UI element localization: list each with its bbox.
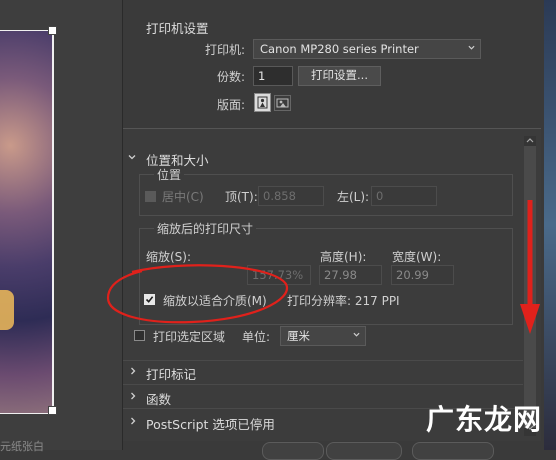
left-label: 左(L):: [337, 190, 370, 204]
scroll-up-icon[interactable]: [526, 137, 534, 144]
bottom-button[interactable]: [262, 442, 324, 460]
section-postscript[interactable]: PostScript 选项已停用: [146, 414, 275, 433]
watermark: 广东龙网: [425, 403, 542, 436]
scaled-size-title: 缩放后的打印尺寸: [154, 220, 257, 237]
chevron-right-icon[interactable]: [129, 417, 137, 425]
section-divider: [123, 384, 523, 385]
width-label: 宽度(W):: [392, 250, 442, 264]
chevron-right-icon[interactable]: [129, 367, 137, 375]
printer-settings-title: 打印机设置: [146, 21, 209, 36]
copies-input[interactable]: 1: [253, 66, 293, 86]
preview-resize-handle[interactable]: [48, 26, 57, 35]
section-print-marks[interactable]: 打印标记: [146, 364, 196, 383]
chevron-right-icon[interactable]: [129, 392, 137, 400]
printer-select[interactable]: Canon MP280 series Printer: [253, 39, 481, 59]
top-input[interactable]: 0.858: [258, 186, 324, 206]
center-label: 居中(C): [162, 190, 204, 204]
unit-label: 单位:: [242, 330, 271, 344]
printer-select-value: Canon MP280 series Printer: [260, 42, 419, 56]
height-input[interactable]: 27.98: [319, 265, 382, 285]
annotation-ellipse: [106, 264, 289, 324]
preview-image: [0, 30, 54, 414]
top-label: 顶(T):: [225, 190, 258, 204]
print-resolution: 打印分辨率: 217 PPI: [287, 294, 400, 308]
position-group-title: 位置: [154, 166, 185, 183]
print-selected-label[interactable]: 打印选定区域: [153, 328, 225, 345]
section-divider: [123, 360, 523, 361]
annotation-arrow: [520, 200, 540, 334]
height-label: 高度(H):: [320, 250, 367, 264]
chevron-down-icon: [353, 332, 360, 337]
layout-label: 版面:: [217, 98, 246, 112]
chevron-down-icon[interactable]: [128, 153, 136, 161]
bottom-button[interactable]: [412, 442, 494, 460]
unit-select-value: 厘米: [287, 329, 310, 343]
unit-select[interactable]: 厘米: [280, 326, 366, 346]
preview-resize-handle[interactable]: [48, 406, 57, 415]
section-functions[interactable]: 函数: [146, 389, 171, 408]
preview-image-highlight: [0, 290, 14, 330]
print-selected-checkbox[interactable]: [134, 330, 145, 341]
bottom-button[interactable]: [326, 442, 402, 460]
printer-label: 打印机:: [205, 43, 246, 57]
center-checkbox[interactable]: [145, 191, 156, 202]
chevron-down-icon: [468, 45, 475, 50]
copies-label: 份数:: [217, 70, 246, 84]
left-input[interactable]: 0: [371, 186, 437, 206]
landscape-layout-icon[interactable]: [274, 95, 291, 111]
preview-caption: 元纸张白: [0, 440, 44, 453]
print-settings-button[interactable]: 打印设置...: [298, 66, 381, 86]
background-window-edge: [544, 0, 556, 450]
portrait-layout-icon[interactable]: [254, 93, 271, 112]
width-input[interactable]: 20.99: [391, 265, 454, 285]
